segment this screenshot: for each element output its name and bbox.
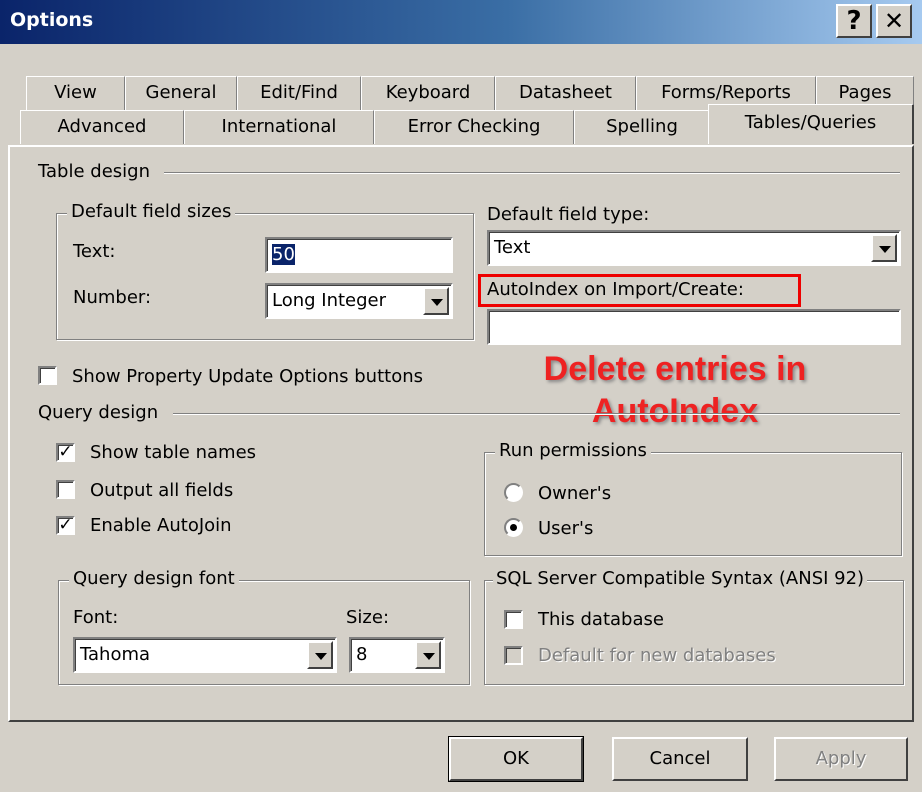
font-select[interactable]: Tahoma: [73, 637, 337, 673]
close-button[interactable]: ✕: [876, 4, 912, 38]
tab-view[interactable]: View: [26, 76, 125, 110]
chevron-down-icon[interactable]: [423, 287, 449, 315]
divider: [173, 413, 900, 415]
cancel-button[interactable]: Cancel: [612, 737, 748, 781]
chevron-down-icon[interactable]: [871, 234, 897, 262]
default-new-databases-checkbox: [504, 646, 523, 665]
apply-button[interactable]: Apply: [774, 737, 908, 781]
number-size-select[interactable]: Long Integer: [265, 283, 453, 319]
output-all-fields-label: Output all fields: [90, 480, 234, 501]
size-label: Size:: [346, 607, 390, 628]
size-select[interactable]: 8: [349, 637, 445, 673]
chevron-down-icon[interactable]: [307, 641, 333, 669]
group-label: Query design font: [69, 568, 239, 589]
default-field-type-value: Text: [494, 237, 531, 258]
annotation-text: Delete entries in AutoIndex: [505, 348, 845, 432]
users-radio[interactable]: [504, 518, 523, 537]
ok-button[interactable]: OK: [448, 736, 584, 782]
enable-autojoin-checkbox[interactable]: ✓: [56, 516, 75, 535]
close-icon: ✕: [883, 7, 905, 35]
font-value: Tahoma: [80, 644, 151, 665]
group-label: Run permissions: [495, 440, 651, 461]
font-label: Font:: [73, 607, 119, 628]
tab-error-checking[interactable]: Error Checking: [374, 110, 574, 144]
default-field-sizes-group: Default field sizes: [56, 201, 474, 340]
enable-autojoin-label: Enable AutoJoin: [90, 515, 232, 536]
tab-advanced[interactable]: Advanced: [20, 110, 184, 144]
divider: [164, 172, 900, 174]
annotation-line-2: AutoIndex: [591, 392, 759, 430]
tab-spelling[interactable]: Spelling: [574, 110, 710, 144]
show-table-names-checkbox[interactable]: ✓: [56, 443, 75, 462]
tab-datasheet[interactable]: Datasheet: [495, 76, 636, 110]
size-value: 8: [356, 644, 368, 665]
text-size-value: 50: [272, 244, 295, 265]
tab-tables-queries[interactable]: Tables/Queries: [708, 104, 914, 144]
default-field-type-label: Default field type:: [487, 204, 650, 225]
group-label: SQL Server Compatible Syntax (ANSI 92): [493, 568, 868, 589]
show-table-names-label: Show table names: [90, 442, 257, 463]
run-permissions-group: Run permissions: [484, 440, 902, 556]
table-design-label: Table design: [38, 161, 150, 182]
owners-label: Owner's: [538, 483, 612, 504]
text-size-field[interactable]: 50: [265, 237, 453, 273]
tab-keyboard[interactable]: Keyboard: [361, 76, 495, 110]
number-size-label: Number:: [73, 287, 152, 308]
help-icon: ?: [846, 6, 862, 36]
sql-syntax-group: SQL Server Compatible Syntax (ANSI 92): [484, 568, 904, 685]
group-label: Default field sizes: [67, 201, 236, 222]
annotation-line-1: Delete entries in: [543, 350, 807, 388]
show-property-update-checkbox[interactable]: [38, 366, 57, 385]
chevron-down-icon[interactable]: [415, 641, 441, 669]
autoindex-label: AutoIndex on Import/Create:: [487, 279, 744, 300]
help-button[interactable]: ?: [836, 4, 872, 38]
number-size-value: Long Integer: [272, 290, 387, 311]
show-property-update-label: Show Property Update Options buttons: [72, 366, 424, 387]
query-design-label: Query design: [38, 402, 159, 423]
autoindex-field[interactable]: [487, 309, 901, 345]
users-label: User's: [538, 518, 594, 539]
default-new-databases-label: Default for new databases: [538, 645, 776, 666]
default-field-type-select[interactable]: Text: [487, 230, 901, 266]
owners-radio[interactable]: [504, 483, 523, 502]
tab-edit-find[interactable]: Edit/Find: [237, 76, 361, 110]
window-title: Options: [10, 9, 94, 31]
this-database-checkbox[interactable]: [504, 610, 523, 629]
this-database-label: This database: [538, 609, 664, 630]
tab-international[interactable]: International: [184, 110, 374, 144]
output-all-fields-checkbox[interactable]: [56, 480, 75, 499]
tab-general[interactable]: General: [125, 76, 237, 110]
title-bar: Options ? ✕: [0, 0, 922, 44]
text-size-label: Text:: [73, 241, 116, 262]
